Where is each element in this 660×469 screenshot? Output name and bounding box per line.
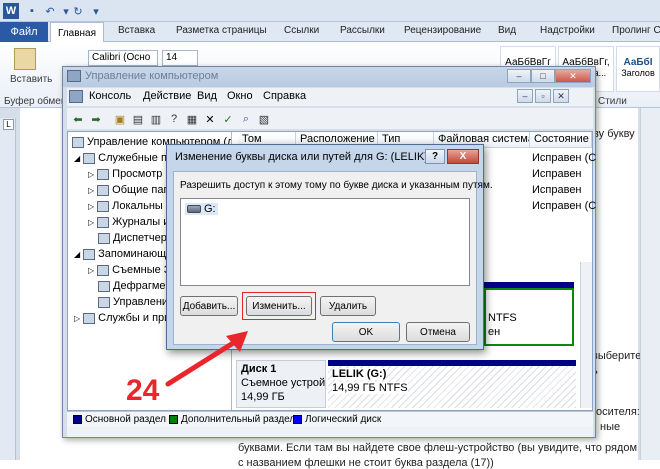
arrow-head	[226, 331, 248, 352]
arrow-shaft	[165, 337, 241, 387]
step-number-label: 24	[126, 374, 160, 407]
annotation-arrow	[165, 331, 248, 387]
